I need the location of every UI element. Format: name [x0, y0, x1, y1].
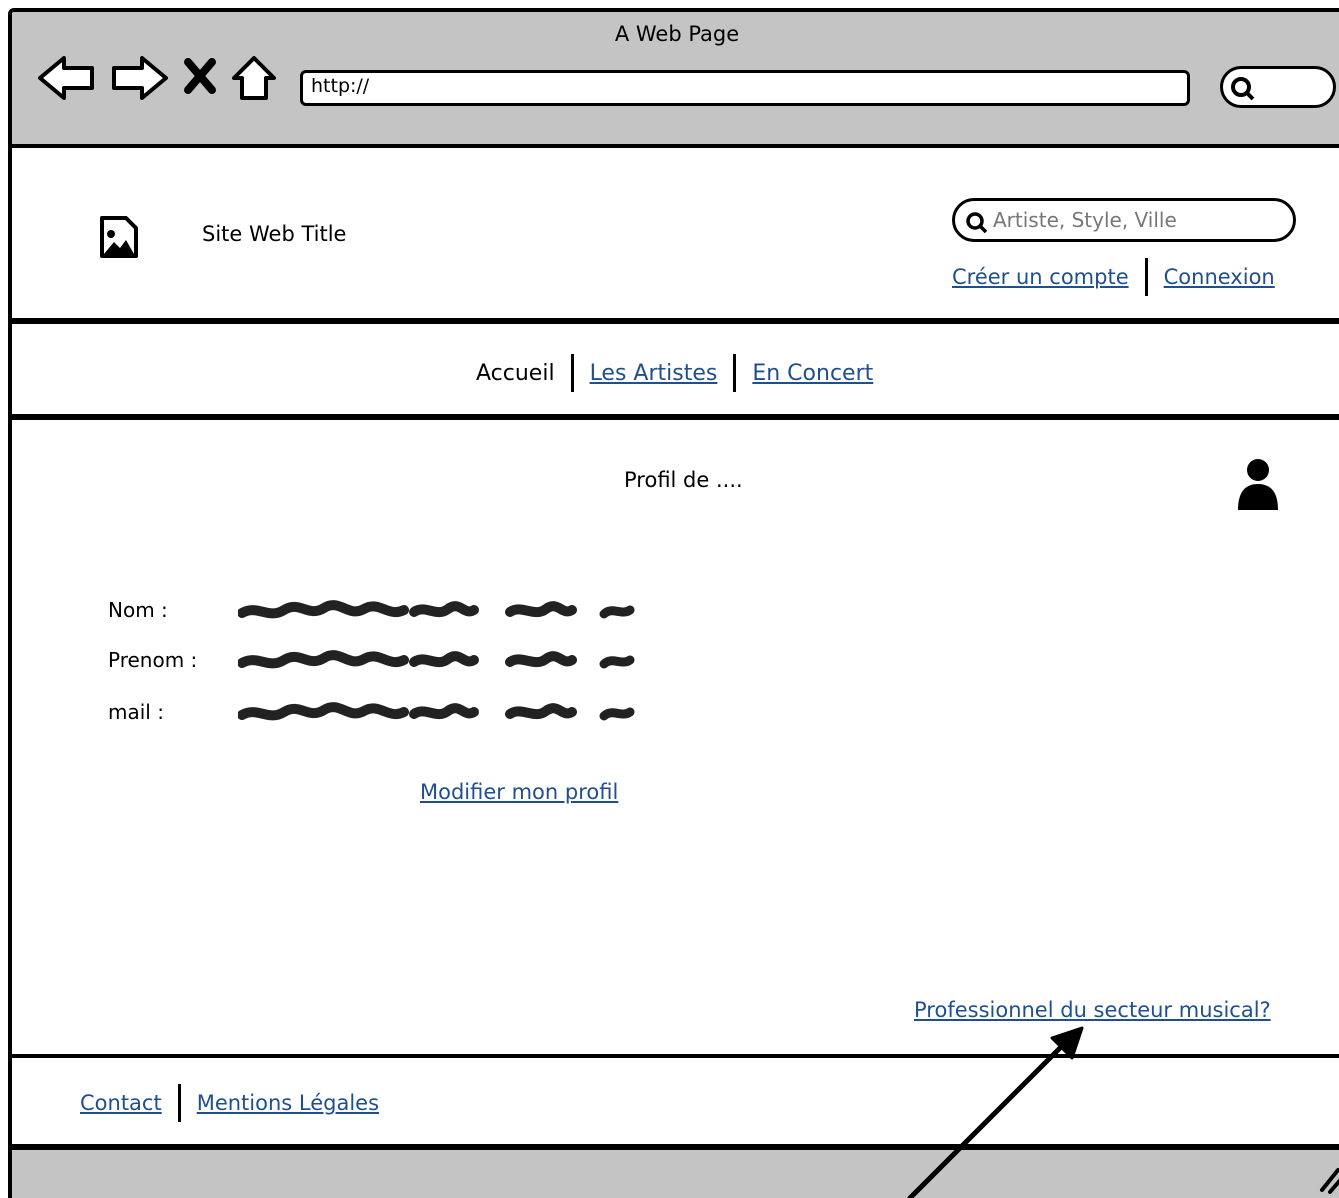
- browser-window: A Web Page http:// Site Web Title Artist…: [8, 8, 1339, 1198]
- edit-profile-link[interactable]: Modifier mon profil: [420, 780, 618, 804]
- home-icon[interactable]: [230, 52, 278, 104]
- site-header: Site Web Title Créer un compte Connexion: [12, 152, 1339, 324]
- browser-search-button[interactable]: [1220, 66, 1336, 108]
- pro-link[interactable]: Professionnel du secteur musical?: [914, 998, 1271, 1022]
- browser-status-bar: [12, 1150, 1339, 1198]
- search-icon: [966, 212, 988, 234]
- field-label-nom: Nom :: [108, 598, 168, 622]
- create-account-link[interactable]: Créer un compte: [952, 265, 1129, 289]
- nav-item-artistes[interactable]: Les Artistes: [590, 361, 718, 386]
- browser-toolbar: A Web Page http://: [12, 12, 1339, 148]
- back-arrow-icon[interactable]: [36, 52, 98, 104]
- image-icon: [100, 216, 138, 258]
- field-label-mail: mail :: [108, 700, 164, 724]
- search-input[interactable]: [993, 205, 1283, 235]
- search-icon: [1231, 77, 1255, 101]
- link-separator: [177, 1084, 181, 1122]
- redacted-value: [238, 650, 635, 669]
- redacted-value: [238, 600, 635, 619]
- link-separator: [733, 354, 737, 392]
- contact-link[interactable]: Contact: [80, 1091, 162, 1115]
- login-link[interactable]: Connexion: [1164, 265, 1275, 289]
- resize-grip-icon[interactable]: [1318, 1164, 1339, 1194]
- account-links: Créer un compte Connexion: [952, 258, 1275, 296]
- nav-item-accueil[interactable]: Accueil: [476, 361, 555, 386]
- redacted-value: [238, 702, 635, 721]
- site-title: Site Web Title: [202, 222, 347, 246]
- url-input[interactable]: http://: [300, 70, 1190, 106]
- site-search-box[interactable]: [952, 198, 1296, 242]
- page-title: Profil de ....: [624, 468, 743, 492]
- nav-item-concert[interactable]: En Concert: [752, 361, 873, 386]
- link-separator: [1144, 258, 1148, 296]
- link-separator: [570, 354, 574, 392]
- window-title: A Web Page: [614, 22, 740, 46]
- close-icon[interactable]: [182, 56, 218, 96]
- user-icon: [1238, 459, 1278, 510]
- profile-section: Profil de .... Nom : Prenom : mail : Mod…: [12, 426, 1339, 1056]
- legal-link[interactable]: Mentions Légales: [197, 1091, 379, 1115]
- main-nav: Accueil Les Artistes En Concert: [12, 330, 1339, 420]
- site-footer: Contact Mentions Légales: [12, 1054, 1339, 1150]
- field-label-prenom: Prenom :: [108, 648, 198, 672]
- forward-arrow-icon[interactable]: [108, 52, 170, 104]
